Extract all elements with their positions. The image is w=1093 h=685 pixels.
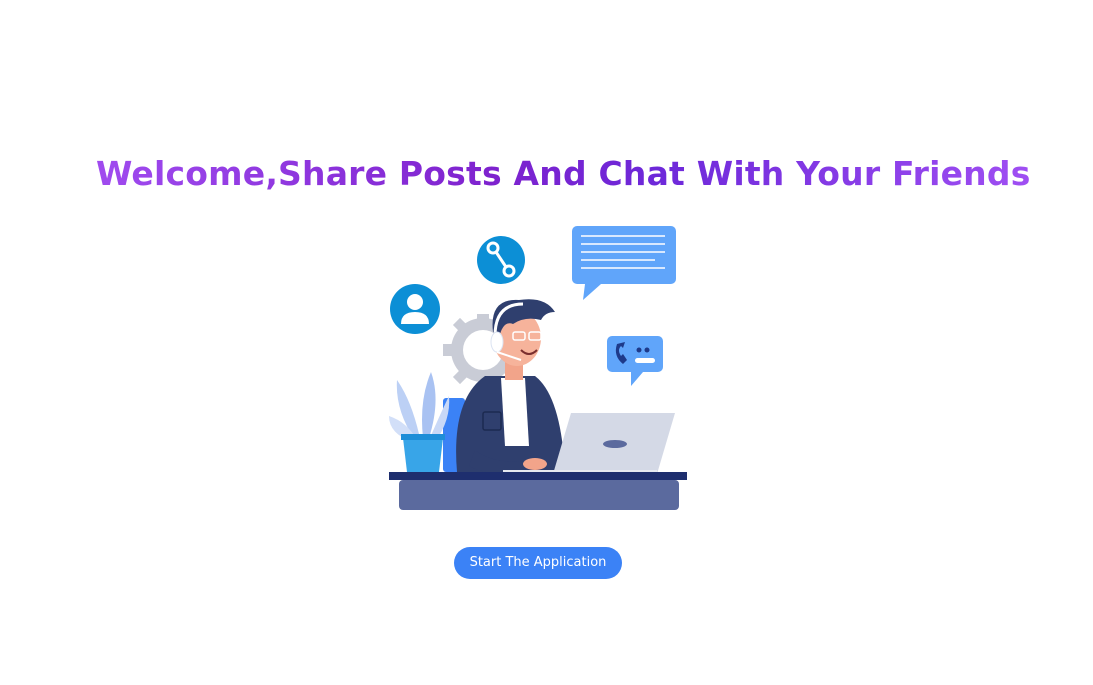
hero-illustration: [389, 226, 687, 510]
chat-bubble-icon: [572, 226, 676, 300]
desk: [389, 472, 687, 510]
start-application-button[interactable]: Start The Application: [454, 547, 622, 579]
plant-icon: [389, 372, 450, 472]
user-icon: [390, 284, 440, 334]
wrench-icon: [477, 236, 525, 284]
page-title: Welcome,Share Posts And Chat With Your F…: [0, 150, 1093, 198]
phone-bubble-icon: [607, 336, 663, 386]
welcome-page: Welcome,Share Posts And Chat With Your F…: [0, 0, 1093, 685]
